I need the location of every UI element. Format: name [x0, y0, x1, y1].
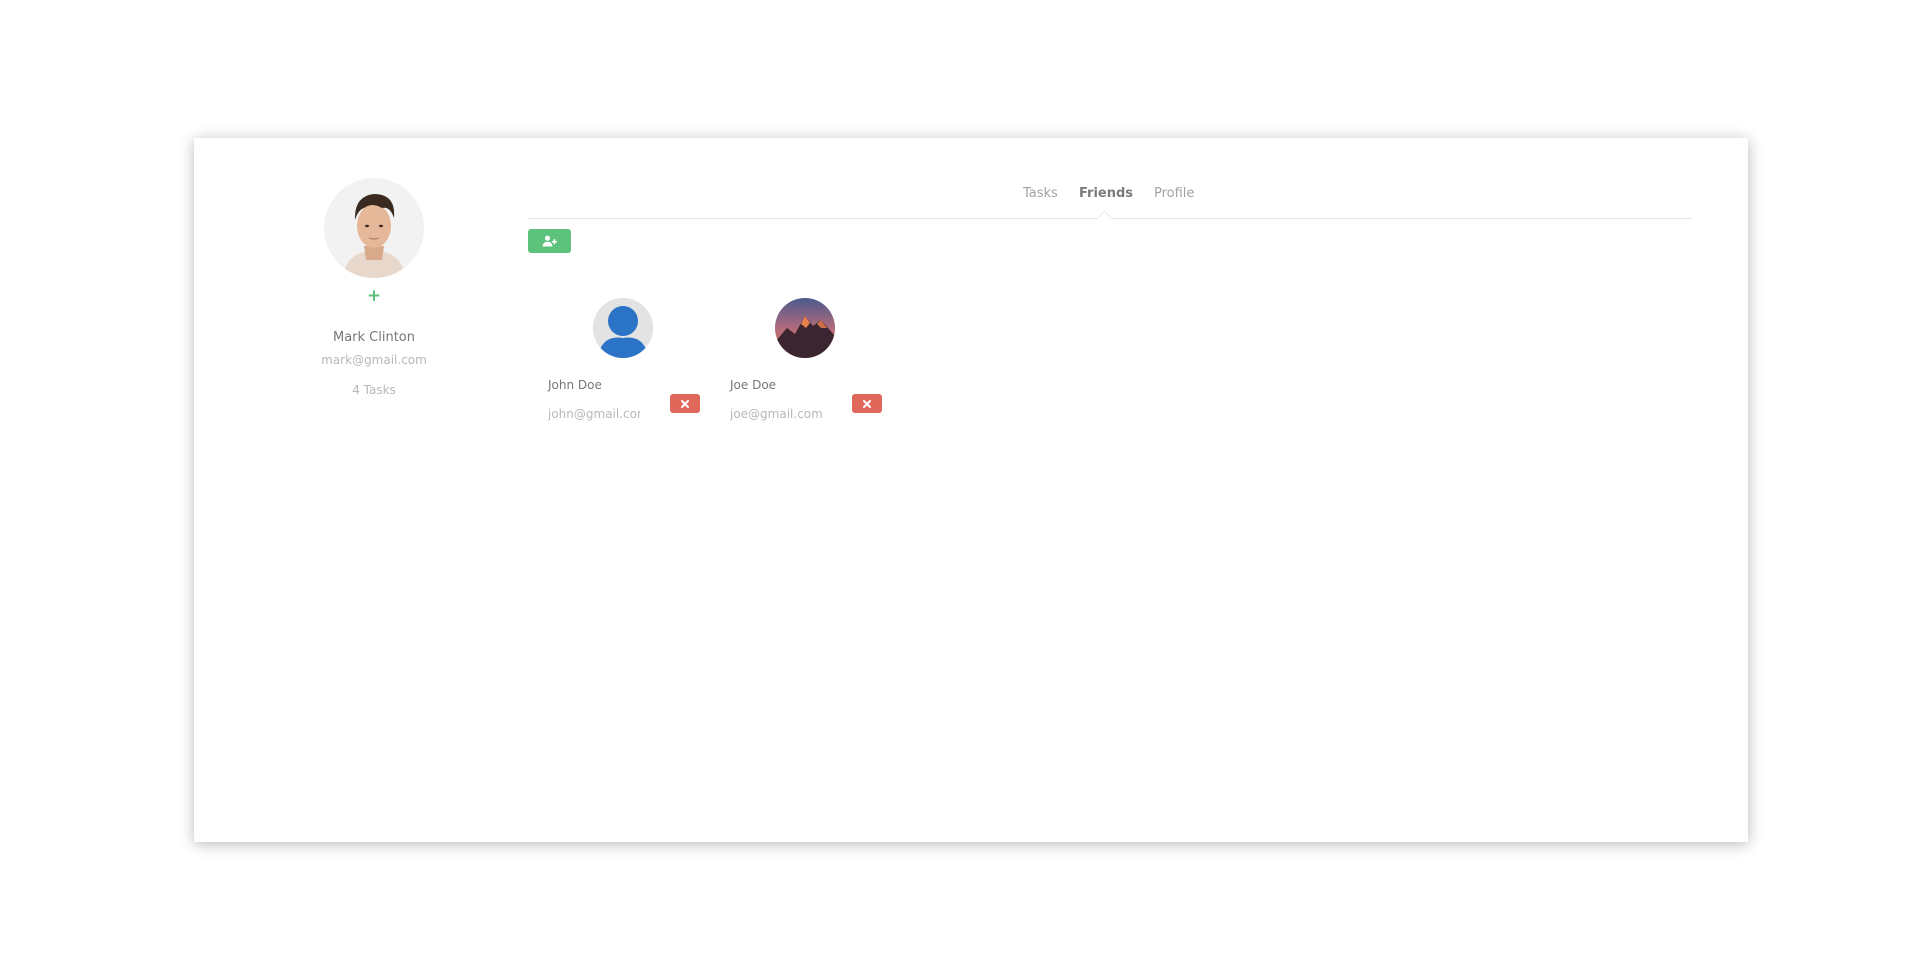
profile-name: Mark Clinton: [332, 330, 416, 345]
close-icon: [681, 399, 689, 408]
profile-email: mark@gmail.com: [321, 353, 427, 367]
profile-avatar: [324, 178, 424, 278]
tab-profile[interactable]: Profile: [1154, 186, 1194, 201]
remove-friend-button[interactable]: [852, 394, 882, 413]
friend-avatar: [593, 298, 653, 358]
friend-card: Joe Doe joe@gmail.com: [730, 298, 900, 438]
active-tab-indicator: [1096, 210, 1113, 227]
user-portrait-icon: [324, 178, 424, 278]
user-plus-icon: [542, 235, 557, 247]
add-friend-button[interactable]: [528, 229, 571, 253]
friend-name: Joe Doe: [730, 378, 777, 392]
friend-email: joe@gmail.com: [730, 407, 822, 421]
add-photo-button[interactable]: +: [274, 286, 474, 306]
friend-name: John Doe: [548, 378, 602, 392]
close-icon: [863, 399, 871, 408]
tab-bar: Tasks Friends Profile: [528, 138, 1692, 227]
tab-tasks[interactable]: Tasks: [1023, 186, 1058, 201]
mountain-photo-icon: [775, 298, 835, 358]
default-user-avatar-icon: [593, 298, 653, 358]
friend-card: John Doe john@gmail.com: [548, 298, 718, 438]
profile-task-count: 4 Tasks: [352, 383, 396, 397]
profile-panel: + Mark Clinton mark@gmail.com 4 Tasks: [274, 178, 474, 397]
main-card: + Mark Clinton mark@gmail.com 4 Tasks Ta…: [194, 138, 1748, 842]
tab-friends[interactable]: Friends: [1079, 186, 1133, 201]
friend-avatar: [775, 298, 835, 358]
friend-email: john@gmail.com: [548, 407, 640, 421]
remove-friend-button[interactable]: [670, 394, 700, 413]
